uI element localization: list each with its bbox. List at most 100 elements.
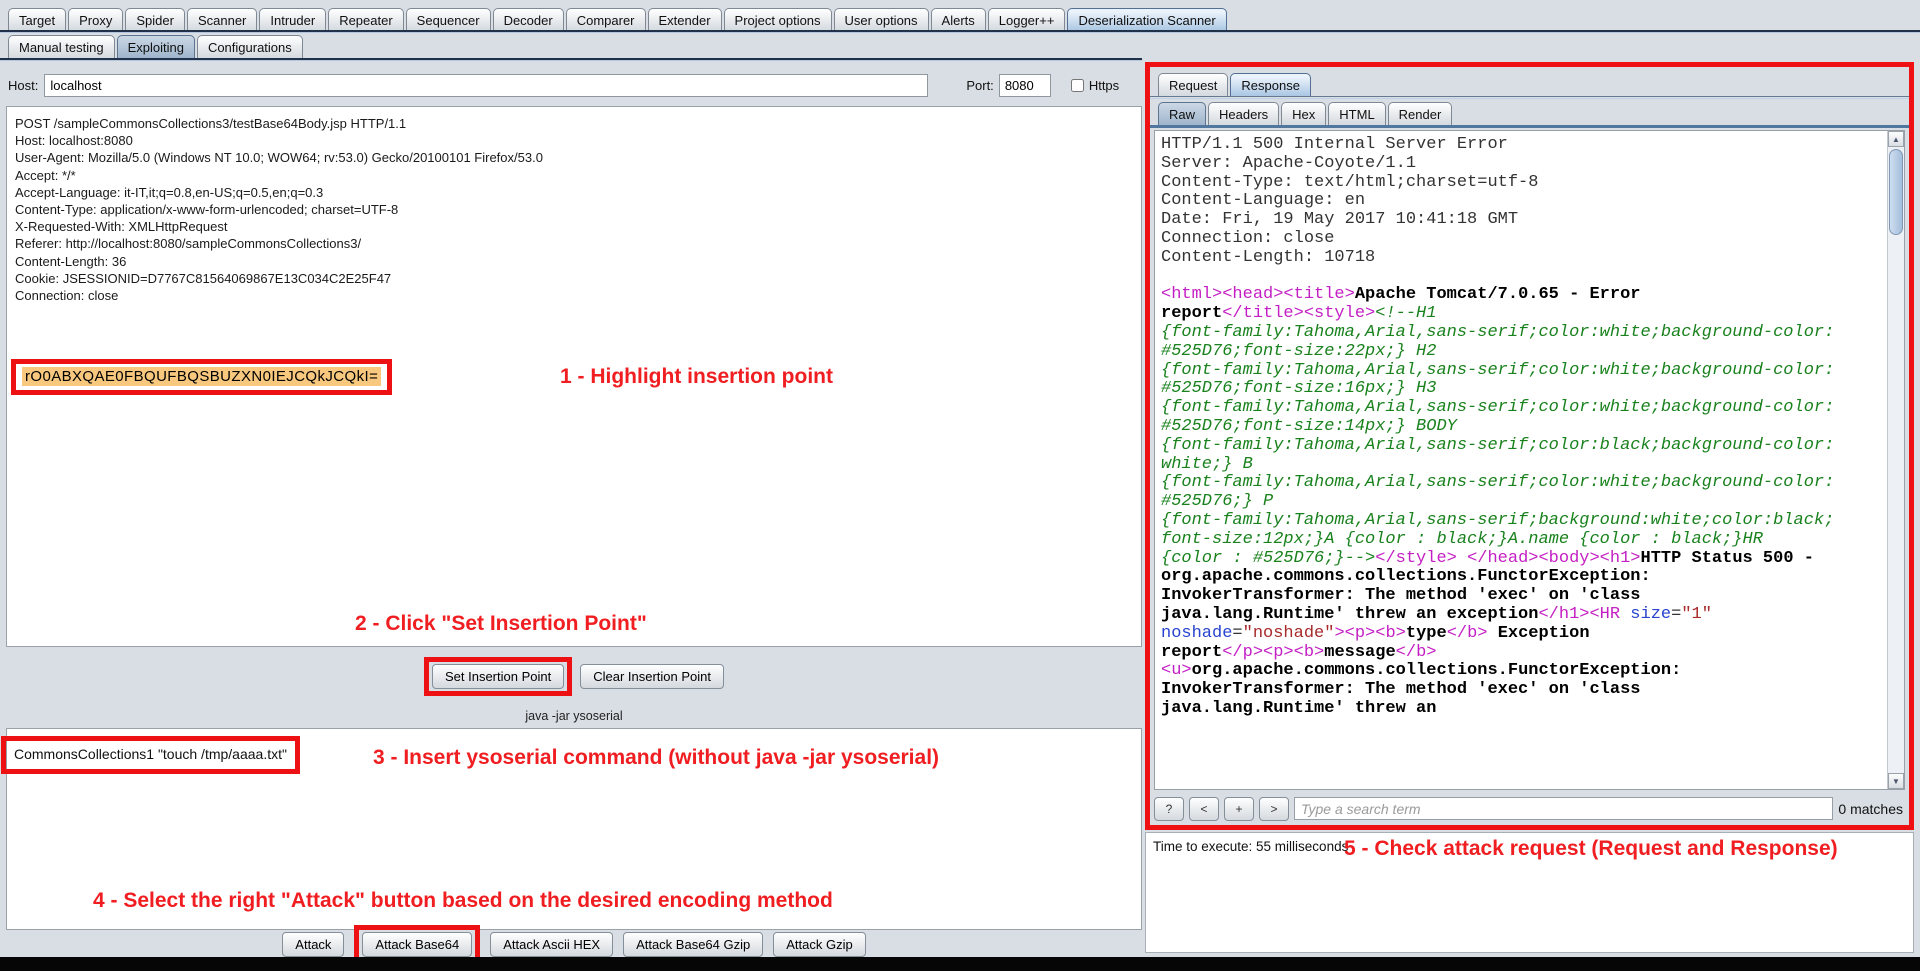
response-segment: InvokerTransformer: The method 'exec' on… [1161, 680, 1640, 699]
annotation-1: 1 - Highlight insertion point [560, 365, 833, 389]
attack-button-attack[interactable]: Attack [282, 932, 344, 957]
search-add-button[interactable]: + [1224, 797, 1254, 821]
response-segment: Content-Length: 10718 [1161, 248, 1375, 267]
response-text[interactable]: HTTP/1.1 500 Internal Server ErrorServer… [1155, 131, 1887, 789]
ysoserial-label: java -jar ysoserial [6, 706, 1142, 728]
request-line: Connection: close [15, 287, 1141, 304]
request-editor[interactable]: POST /sampleCommonsCollections3/testBase… [6, 106, 1142, 647]
response-segment: #525D76;font-size:22px;} H2 [1161, 342, 1436, 361]
response-segment: Date: Fri, 19 May 2017 10:41:18 GMT [1161, 210, 1518, 229]
tab-comparer[interactable]: Comparer [566, 8, 646, 31]
message-tab-request[interactable]: Request [1158, 73, 1228, 96]
message-tab-response[interactable]: Response [1230, 73, 1311, 96]
search-next-button[interactable]: > [1259, 797, 1289, 821]
response-segment: Connection: close [1161, 229, 1334, 248]
search-prev-button[interactable]: < [1189, 797, 1219, 821]
window-bottom-edge [0, 957, 1920, 971]
clear-insertion-point-button[interactable]: Clear Insertion Point [580, 664, 724, 689]
tab-proxy[interactable]: Proxy [68, 8, 123, 31]
response-line: Server: Apache-Coyote/1.1 [1161, 155, 1887, 174]
response-line: #525D76;font-size:14px;} BODY [1161, 418, 1887, 437]
response-segment: white;} B [1161, 455, 1253, 474]
response-line: java.lang.Runtime' threw an [1161, 700, 1887, 719]
response-line: {font-family:Tahoma,Arial,sans-serif;col… [1161, 362, 1887, 381]
tab-sequencer[interactable]: Sequencer [406, 8, 491, 31]
subtab-manual-testing[interactable]: Manual testing [8, 35, 115, 58]
response-line: #525D76;} P [1161, 493, 1887, 512]
tab-deserialization-scanner[interactable]: Deserialization Scanner [1067, 8, 1226, 31]
port-input[interactable] [999, 74, 1051, 97]
tab-repeater[interactable]: Repeater [328, 8, 403, 31]
response-line: #525D76;font-size:22px;} H2 [1161, 343, 1887, 362]
tab-user-options[interactable]: User options [834, 8, 929, 31]
response-segment: "noshade" [1243, 624, 1335, 643]
response-line: HTTP/1.1 500 Internal Server Error [1161, 136, 1887, 155]
response-segment: noshade [1161, 624, 1232, 643]
scrollbar-track [1888, 237, 1904, 773]
response-segment: #525D76;font-size:14px;} BODY [1161, 417, 1457, 436]
tab-extender[interactable]: Extender [648, 8, 722, 31]
execution-time: Time to execute: 55 milliseconds [1153, 839, 1348, 854]
response-segment: HTTP Status 500 - [1641, 549, 1814, 568]
tab-project-options[interactable]: Project options [724, 8, 832, 31]
view-tab-html[interactable]: HTML [1328, 102, 1385, 125]
response-scrollbar[interactable]: ▲ ▼ [1887, 131, 1904, 789]
view-tab-headers[interactable]: Headers [1208, 102, 1279, 125]
tab-scanner[interactable]: Scanner [187, 8, 257, 31]
tab-spider[interactable]: Spider [125, 8, 185, 31]
response-line: Date: Fri, 19 May 2017 10:41:18 GMT [1161, 211, 1887, 230]
response-segment: message [1324, 643, 1395, 662]
set-insertion-point-button[interactable]: Set Insertion Point [432, 664, 564, 689]
response-line: {font-family:Tahoma,Arial,sans-serif;col… [1161, 437, 1887, 456]
attack-button-attack-base64-gzip[interactable]: Attack Base64 Gzip [623, 932, 763, 957]
response-segment: {font-family:Tahoma,Arial,sans-serif;col… [1161, 436, 1834, 455]
attack-button-attack-ascii-hex[interactable]: Attack Ascii HEX [490, 932, 613, 957]
ysoserial-command-editor[interactable]: CommonsCollections1 "touch /tmp/aaaa.txt… [6, 728, 1142, 930]
view-tab-hex[interactable]: Hex [1281, 102, 1326, 125]
ysoserial-command[interactable]: CommonsCollections1 "touch /tmp/aaaa.txt… [14, 746, 287, 762]
response-segment: Apache Tomcat/7.0.65 - Error [1355, 285, 1641, 304]
tab-target[interactable]: Target [8, 8, 66, 31]
response-line: #525D76;font-size:16px;} H3 [1161, 380, 1887, 399]
tab-intruder[interactable]: Intruder [259, 8, 326, 31]
scroll-down-icon[interactable]: ▼ [1888, 773, 1904, 789]
view-tab-raw[interactable]: Raw [1158, 102, 1206, 125]
response-line: Content-Type: text/html;charset=utf-8 [1161, 174, 1887, 193]
response-segment: = [1232, 624, 1242, 643]
response-segment: </h1><HR [1538, 605, 1630, 624]
https-checkbox[interactable] [1071, 79, 1084, 92]
search-input[interactable] [1294, 797, 1833, 820]
tab-alerts[interactable]: Alerts [931, 8, 986, 31]
view-tab-render[interactable]: Render [1388, 102, 1453, 125]
subtab-exploiting[interactable]: Exploiting [117, 35, 195, 58]
subtab-divider [0, 58, 1142, 61]
host-input[interactable] [44, 74, 928, 97]
port-label: Port: [966, 78, 993, 93]
tab-decoder[interactable]: Decoder [493, 8, 564, 31]
response-line: font-size:12px;}A {color : black;}A.name… [1161, 531, 1887, 550]
response-segment: java.lang.Runtime' threw an exception [1161, 605, 1538, 624]
response-line: {color : #525D76;}--></style> </head><bo… [1161, 550, 1887, 569]
response-line: <html><head><title>Apache Tomcat/7.0.65 … [1161, 286, 1887, 305]
attack-button-attack-base64[interactable]: Attack Base64 [362, 932, 472, 957]
scrollbar-thumb[interactable] [1889, 149, 1903, 235]
attack-button-attack-gzip[interactable]: Attack Gzip [773, 932, 865, 957]
scroll-up-icon[interactable]: ▲ [1888, 131, 1904, 147]
match-count: 0 matches [1838, 801, 1905, 817]
request-line: X-Requested-With: XMLHttpRequest [15, 218, 1141, 235]
response-segment: {font-family:Tahoma,Arial,sans-serif;bac… [1161, 511, 1834, 530]
response-segment: = [1671, 605, 1681, 624]
response-line: {font-family:Tahoma,Arial,sans-serif;bac… [1161, 512, 1887, 531]
response-segment: {font-family:Tahoma,Arial,sans-serif;col… [1161, 398, 1834, 417]
tab-logger[interactable]: Logger++ [988, 8, 1066, 31]
response-line: Content-Language: en [1161, 192, 1887, 211]
response-segment: "1" [1681, 605, 1712, 624]
annotation-4: 4 - Select the right "Attack" button bas… [93, 889, 833, 913]
insertion-button-bar: Set Insertion Point Clear Insertion Poin… [6, 647, 1142, 706]
serialized-payload[interactable]: rO0ABXQAE0FBQUFBQSBUZXN0IEJCQkJCQkI= [22, 367, 381, 386]
response-line: <u>org.apache.commons.collections.Functo… [1161, 662, 1887, 681]
response-line: InvokerTransformer: The method 'exec' on… [1161, 681, 1887, 700]
search-help-button[interactable]: ? [1154, 797, 1184, 821]
request-line: POST /sampleCommonsCollections3/testBase… [15, 115, 1141, 132]
subtab-configurations[interactable]: Configurations [197, 35, 303, 58]
